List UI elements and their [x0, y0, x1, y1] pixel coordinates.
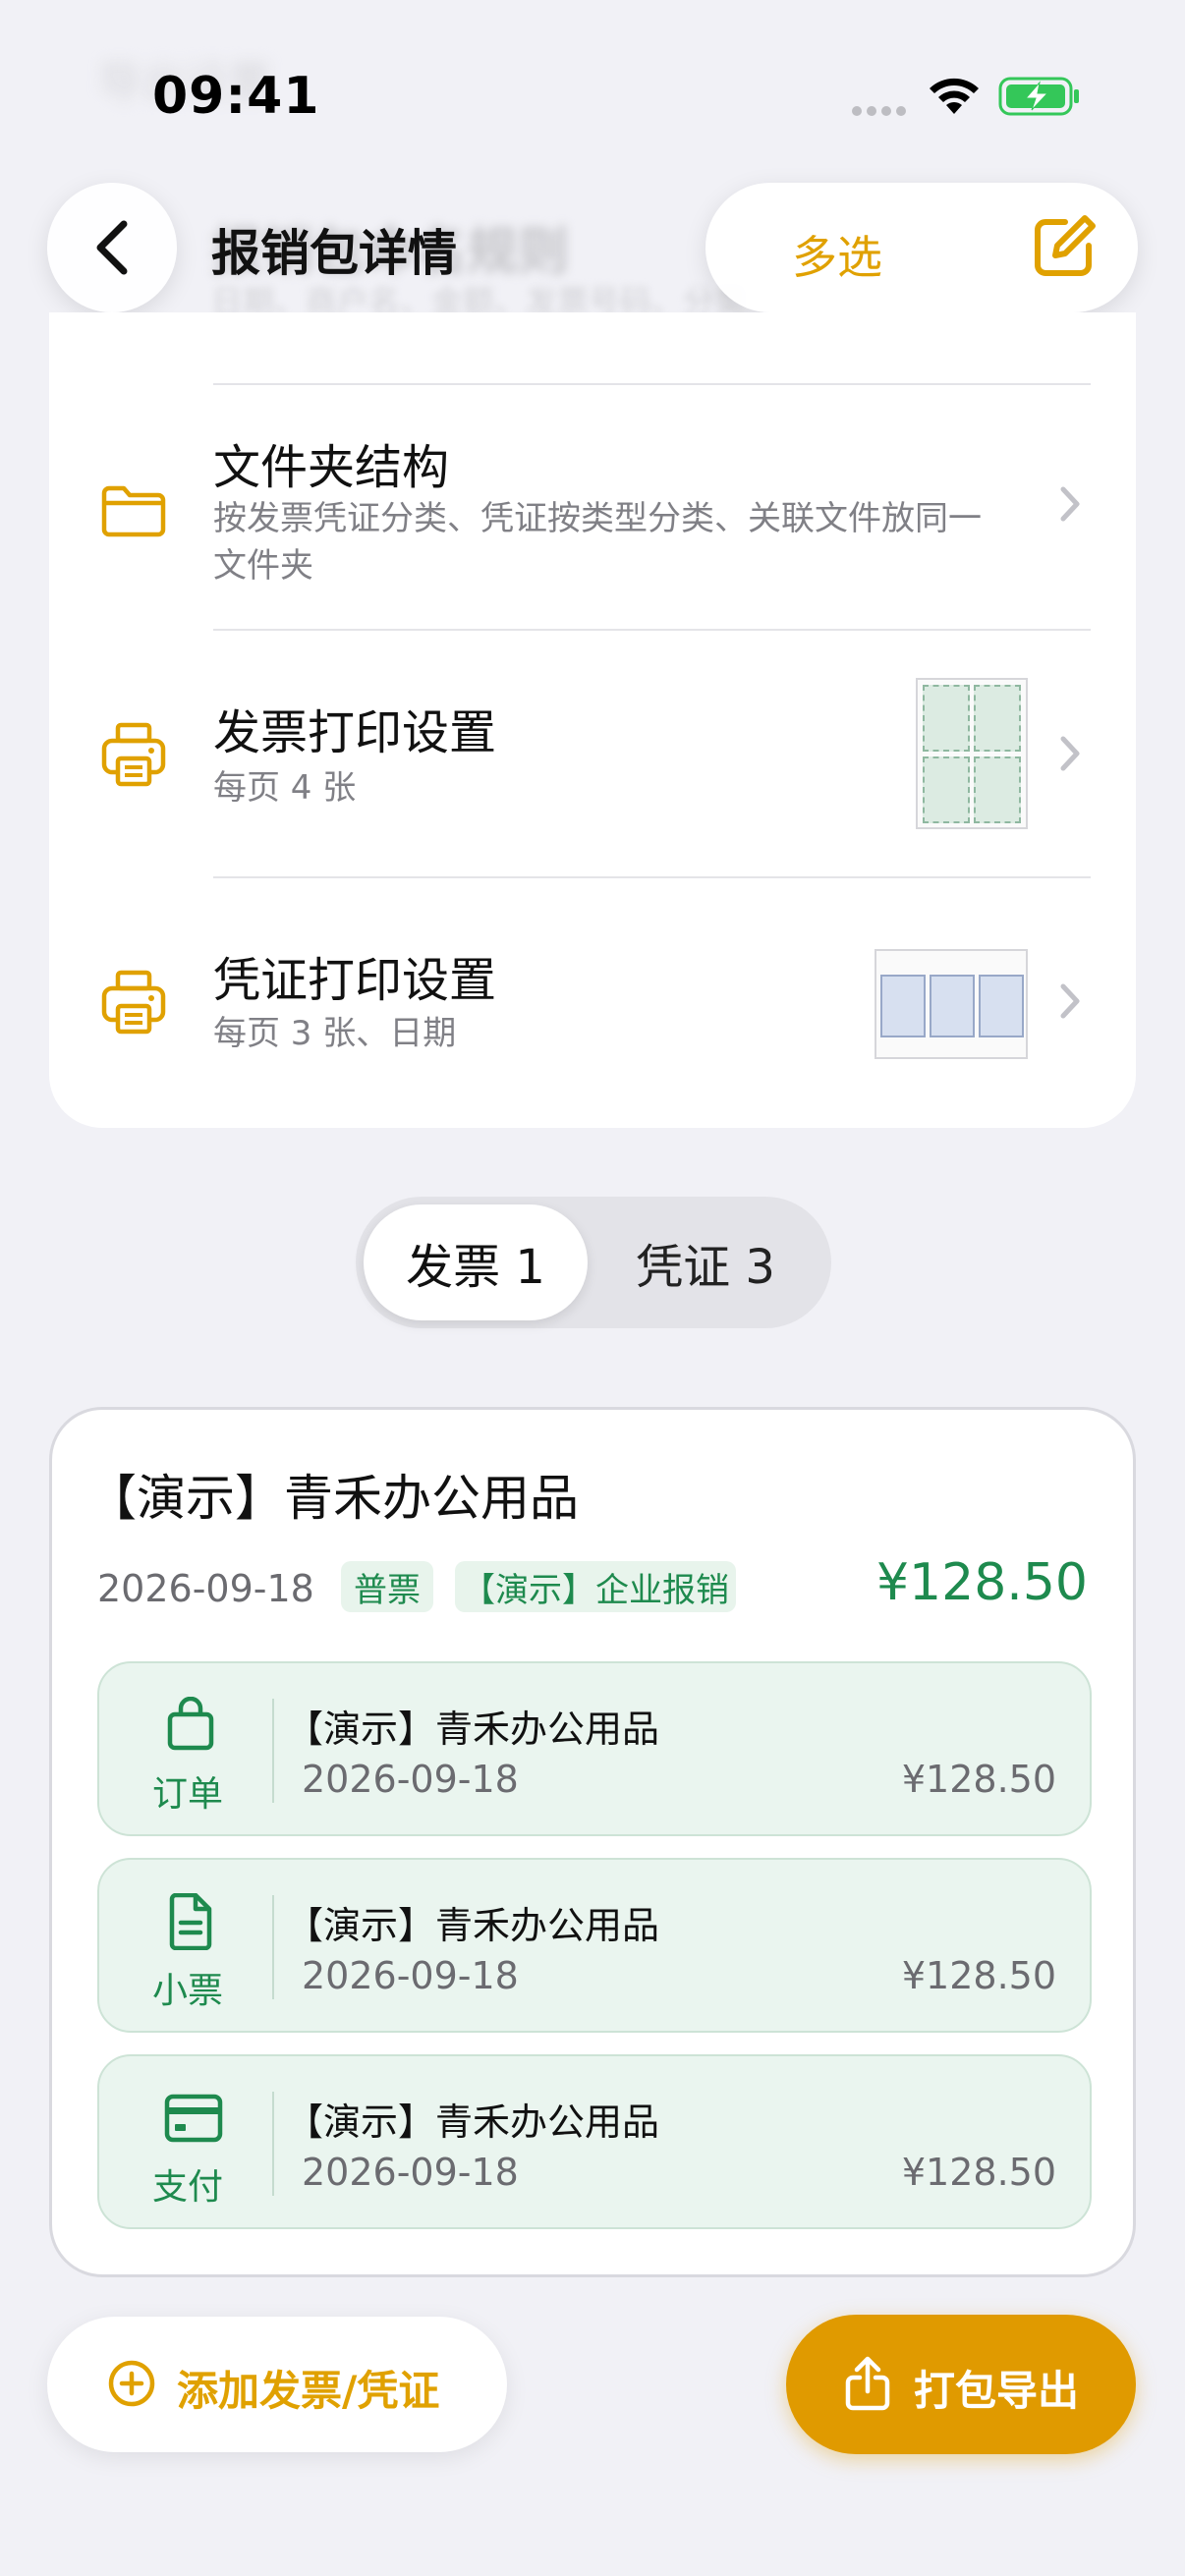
attachment-date: 2026-09-18	[302, 1954, 519, 1997]
document-type-tabs: 发票 1 凭证 3	[356, 1197, 831, 1328]
attachment-merchant: 【演示】青禾办公用品	[286, 2100, 660, 2144]
invoice-print-subtitle: 每页 4 张	[213, 768, 357, 808]
attachment-receipt[interactable]: 小票 【演示】青禾办公用品 2026-09-18 ¥128.50	[97, 1858, 1092, 2033]
attachment-date: 2026-09-18	[302, 2151, 519, 2194]
voucher-preview-frame	[875, 949, 1028, 1059]
export-package-label: 打包导出	[914, 2367, 1080, 2415]
attachment-merchant: 【演示】青禾办公用品	[286, 1708, 660, 1751]
receipt-document-icon	[169, 1893, 212, 1950]
wifi-icon	[930, 78, 979, 114]
page-title: 报销包详情	[211, 225, 457, 282]
preview-cell	[974, 685, 1021, 752]
chevron-right-icon	[1060, 486, 1080, 522]
tab-vouchers[interactable]: 凭证 3	[588, 1204, 823, 1320]
invoice-print-settings-row[interactable]: 发票打印设置 每页 4 张	[49, 631, 1136, 876]
reimbursement-category-tag: 【演示】企业报销	[455, 1561, 736, 1612]
edit-icon[interactable]	[1030, 212, 1099, 281]
status-time: 09:41	[152, 67, 320, 126]
preview-cell	[923, 685, 970, 752]
credit-card-icon	[164, 2094, 223, 2143]
chevron-right-icon	[1060, 736, 1080, 771]
share-export-icon	[845, 2356, 890, 2411]
printer-icon	[101, 722, 166, 787]
folder-structure-subtitle: 按发票凭证分类、凭证按类型分类、关联文件放同一文件夹	[213, 499, 982, 586]
back-button[interactable]	[47, 183, 177, 312]
attachment-type-label: 支付	[151, 2167, 223, 2208]
voucher-print-title: 凭证打印设置	[213, 953, 497, 1008]
chevron-right-icon	[1060, 983, 1080, 1019]
attachment-amount: ¥128.50	[901, 2151, 1056, 2194]
invoice-print-title: 发票打印设置	[213, 705, 497, 760]
printer-icon	[101, 970, 166, 1035]
invoice-card[interactable]: 【演示】青禾办公用品 2026-09-18 普票 【演示】企业报销 ¥128.5…	[49, 1407, 1136, 2277]
invoice-merchant: 【演示】青禾办公用品	[87, 1470, 579, 1527]
export-package-button[interactable]: 打包导出	[786, 2315, 1136, 2454]
preview-cell	[923, 756, 970, 823]
add-document-label: 添加发票/凭证	[177, 2367, 440, 2415]
preview-cell	[974, 756, 1021, 823]
preview-cell	[930, 975, 975, 1037]
preview-cell	[979, 975, 1024, 1037]
add-document-button[interactable]: 添加发票/凭证	[47, 2317, 507, 2452]
tab-invoices[interactable]: 发票 1	[364, 1204, 588, 1320]
invoice-type-tag: 普票	[341, 1561, 433, 1612]
divider	[272, 2092, 274, 2196]
multi-select-button[interactable]: 多选	[792, 222, 882, 287]
divider	[272, 1699, 274, 1803]
battery-charging-icon	[998, 77, 1079, 116]
attachment-order[interactable]: 订单 【演示】青禾办公用品 2026-09-18 ¥128.50	[97, 1661, 1092, 1836]
status-bar: 导出设置 09:41	[0, 0, 1185, 187]
folder-icon	[101, 485, 166, 537]
folder-structure-row[interactable]: 文件夹结构 按发票凭证分类、凭证按类型分类、关联文件放同一文件夹	[49, 385, 1136, 631]
invoice-amount: ¥128.50	[875, 1553, 1088, 1612]
shopping-bag-icon	[167, 1697, 214, 1751]
folder-structure-title: 文件夹结构	[213, 440, 450, 495]
invoice-date: 2026-09-18	[97, 1567, 314, 1610]
attachment-date: 2026-09-18	[302, 1758, 519, 1801]
nav-actions-group: 多选	[705, 183, 1138, 312]
attachment-payment[interactable]: 支付 【演示】青禾办公用品 2026-09-18 ¥128.50	[97, 2054, 1092, 2229]
attachment-type-label: 订单	[151, 1774, 223, 1815]
add-circle-icon	[108, 2360, 155, 2407]
invoice-print-layout-preview	[916, 678, 1028, 829]
divider	[272, 1895, 274, 1999]
attachment-amount: ¥128.50	[901, 1758, 1056, 1801]
attachment-type-label: 小票	[151, 1971, 223, 2011]
cellular-signal-icon	[852, 106, 906, 116]
chevron-left-icon	[96, 220, 128, 275]
attachment-amount: ¥128.50	[901, 1954, 1056, 1997]
attachment-merchant: 【演示】青禾办公用品	[286, 1904, 660, 1947]
preview-cell	[880, 975, 926, 1037]
